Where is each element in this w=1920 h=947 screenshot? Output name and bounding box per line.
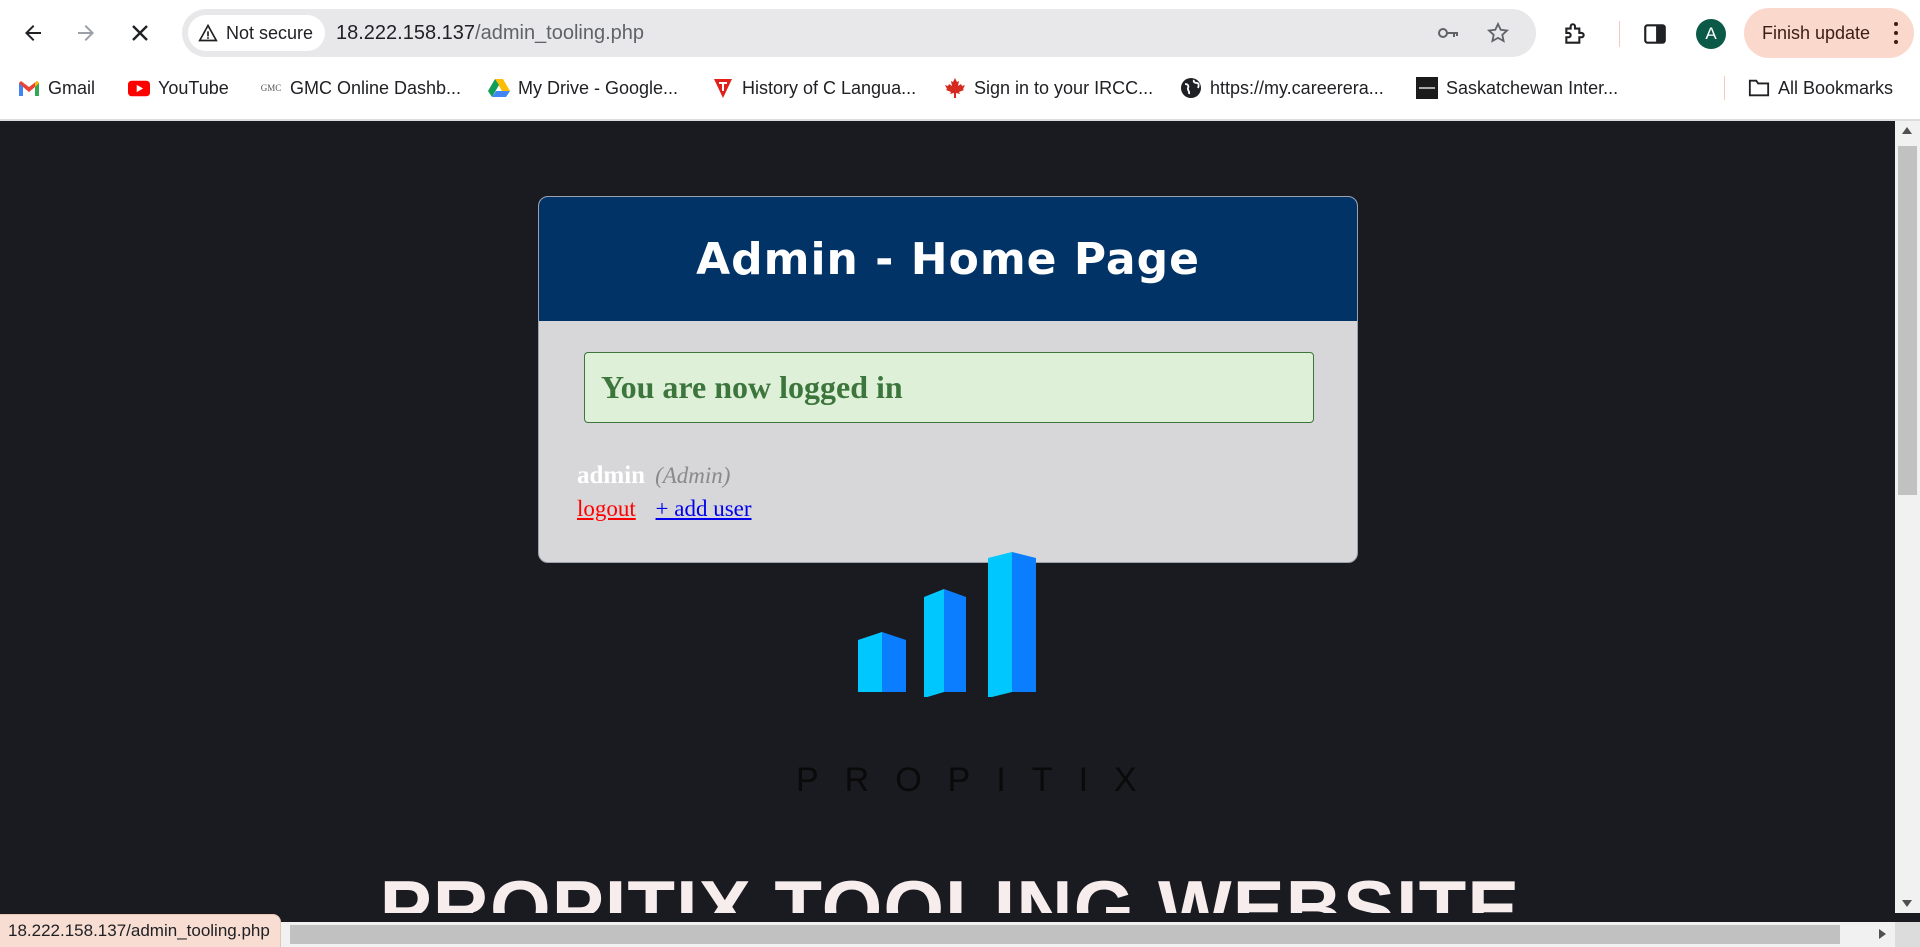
warning-icon — [198, 23, 218, 42]
all-bookmarks-label: All Bookmarks — [1778, 77, 1894, 98]
security-label: Not secure — [226, 22, 314, 43]
bookmark-label: GMC Online Dashb... — [290, 77, 462, 98]
page-viewport: Admin - Home Page You are now logged in … — [0, 121, 1895, 913]
gmail-icon — [18, 77, 40, 99]
browser-toolbar: Not secure 18.222.158.137/admin_tooling.… — [0, 0, 1920, 68]
bookmarks-bar: Gmail YouTube GMC GMC Online Dashb... My… — [0, 70, 1920, 106]
url-path: /admin_tooling.php — [475, 22, 645, 44]
google-drive-icon — [488, 77, 510, 99]
back-arrow-icon — [25, 25, 41, 41]
bookmark-history-c[interactable]: History of C Langua... — [712, 70, 916, 106]
tutorial-icon — [712, 77, 734, 99]
status-url-bubble: 18.222.158.137/admin_tooling.php — [0, 914, 281, 947]
horizontal-scrollbar[interactable] — [0, 922, 1895, 947]
bookmark-google-drive[interactable]: My Drive - Google... — [488, 70, 678, 106]
page-title: Admin - Home Page — [696, 233, 1200, 285]
vertical-scrollbar[interactable] — [1895, 121, 1920, 913]
bookmark-label: History of C Langua... — [742, 77, 917, 98]
user-role: (Admin) — [655, 463, 731, 488]
folder-icon — [1748, 77, 1770, 99]
user-info: admin (Admin) — [577, 462, 730, 490]
scroll-down-icon[interactable] — [1902, 900, 1912, 907]
saskatchewan-icon — [1416, 77, 1438, 99]
globe-icon — [1180, 77, 1202, 99]
all-bookmarks-button[interactable]: All Bookmarks — [1748, 70, 1893, 106]
vertical-scroll-thumb[interactable] — [1898, 146, 1917, 495]
scroll-up-icon[interactable] — [1902, 127, 1912, 134]
bookmark-label: Saskatchewan Inter... — [1446, 77, 1619, 98]
site-heading: PROPITIX TOOLING WEBSITE — [379, 864, 1521, 913]
extensions-icon[interactable] — [1562, 21, 1588, 47]
url-text[interactable]: 18.222.158.137/admin_tooling.php — [336, 22, 644, 45]
forward-arrow-icon — [78, 25, 94, 41]
close-icon — [132, 25, 148, 41]
scroll-right-icon[interactable] — [1879, 929, 1886, 939]
success-alert: You are now logged in — [584, 352, 1314, 423]
more-menu-icon — [1894, 22, 1898, 44]
back-button[interactable] — [15, 15, 51, 51]
bookmark-label: YouTube — [158, 77, 229, 98]
side-panel-icon[interactable] — [1642, 21, 1668, 47]
maple-leaf-icon — [944, 77, 966, 99]
bookmark-gmc[interactable]: GMC GMC Online Dashb... — [260, 70, 461, 106]
bookmark-label: My Drive - Google... — [518, 77, 679, 98]
bookmark-ircc[interactable]: Sign in to your IRCC... — [944, 70, 1153, 106]
alert-text: You are now logged in — [601, 369, 903, 405]
forward-button[interactable] — [68, 15, 104, 51]
username: admin — [577, 462, 646, 489]
horizontal-scroll-thumb[interactable] — [290, 925, 1840, 944]
bookmark-careerera[interactable]: https://my.careerera... — [1180, 70, 1384, 106]
address-bar[interactable]: Not secure 18.222.158.137/admin_tooling.… — [182, 9, 1536, 57]
add-user-link[interactable]: + add user — [656, 496, 752, 521]
finish-update-button[interactable]: Finish update — [1744, 8, 1914, 58]
bookmark-label: Gmail — [48, 77, 96, 98]
admin-card: Admin - Home Page You are now logged in … — [538, 196, 1358, 563]
security-chip[interactable]: Not secure — [188, 15, 326, 51]
stop-loading-button[interactable] — [122, 15, 158, 51]
browser-chrome: Not secure 18.222.158.137/admin_tooling.… — [0, 0, 1920, 121]
propitix-logo-icon — [858, 552, 1036, 697]
bookmark-label: https://my.careerera... — [1210, 77, 1384, 98]
user-actions: logout + add user — [577, 496, 752, 522]
card-header: Admin - Home Page — [539, 197, 1357, 321]
bookmark-saskatchewan[interactable]: Saskatchewan Inter... — [1416, 70, 1618, 106]
bookmark-label: Sign in to your IRCC... — [974, 77, 1154, 98]
url-host: 18.222.158.137 — [336, 22, 476, 44]
toolbar-divider — [1619, 21, 1620, 47]
scrollbar-corner — [1895, 922, 1920, 947]
gmc-icon: GMC — [260, 83, 282, 93]
key-icon[interactable] — [1436, 21, 1460, 45]
finish-update-label: Finish update — [1762, 22, 1871, 43]
logout-link[interactable]: logout — [577, 496, 636, 521]
bookmarks-divider — [1724, 76, 1725, 100]
star-icon[interactable] — [1486, 21, 1510, 45]
profile-avatar[interactable]: A — [1696, 19, 1726, 49]
bookmark-gmail[interactable]: Gmail — [18, 70, 95, 106]
brand-name: PROPITIX — [796, 761, 1163, 799]
youtube-icon — [128, 77, 150, 99]
bookmark-youtube[interactable]: YouTube — [128, 70, 229, 106]
